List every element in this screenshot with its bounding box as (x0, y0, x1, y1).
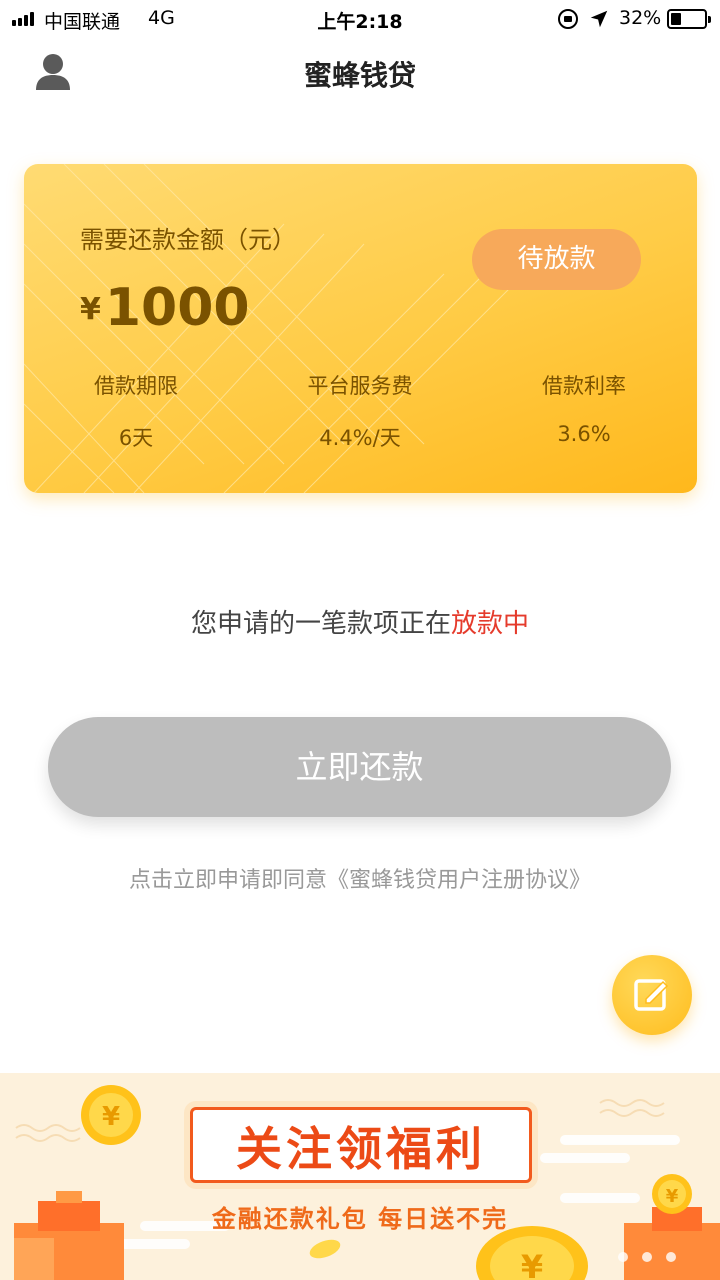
carousel-dot[interactable] (666, 1252, 676, 1262)
clock: 上午2:18 (317, 11, 403, 33)
repay-now-button[interactable]: 立即还款 (48, 717, 671, 817)
carousel-dots[interactable] (618, 1252, 676, 1262)
carousel-dot[interactable] (618, 1252, 628, 1262)
interest-rate-stat: 借款利率 3.6% (472, 370, 696, 446)
loan-card: 需要还款金额（元） ¥1000 待放款 借款期限 6天 平台服务费 4.4%/天… (24, 164, 697, 493)
status-message-highlight: 放款中 (451, 609, 530, 639)
banner-subline: 金融还款礼包 每日送不完 (211, 1205, 509, 1233)
agreement-link[interactable]: 点击立即申请即同意《蜜蜂钱贷用户注册协议》 (0, 862, 720, 894)
edit-icon (634, 979, 669, 1011)
battery-percent: 32% (619, 7, 662, 29)
stat-label: 平台服务费 (307, 374, 413, 398)
stat-value: 3.6% (557, 422, 611, 446)
svg-text:¥: ¥ (102, 1102, 120, 1132)
orientation-lock-icon (558, 9, 578, 29)
stat-label: 借款利率 (542, 374, 626, 398)
amount-value: 1000 (104, 278, 250, 338)
battery-icon (667, 9, 711, 29)
repay-amount-label: 需要还款金额（元） (80, 226, 296, 254)
pending-disbursement-button[interactable]: 待放款 (472, 229, 641, 290)
edit-fab-button[interactable] (612, 955, 692, 1035)
stat-value: 4.4%/天 (319, 426, 401, 450)
currency-symbol: ¥ (80, 292, 101, 327)
stat-label: 借款期限 (94, 374, 178, 398)
stat-value: 6天 (118, 426, 154, 450)
repay-amount: ¥1000 (80, 278, 250, 338)
status-message-prefix: 您申请的一笔款项正在 (190, 609, 451, 639)
nav-bar: 蜜蜂钱贷 (0, 38, 720, 110)
loan-term-stat: 借款期限 6天 (24, 370, 248, 452)
banner-headline: 关注领福利 (236, 1122, 486, 1176)
promo-banner[interactable]: ¥ ¥ ¥ 关注领福利 金融还款礼包 每日送不完 (0, 1073, 720, 1280)
status-message: 您申请的一笔款项正在放款中 (0, 603, 720, 640)
carousel-dot[interactable] (642, 1252, 652, 1262)
status-bar: 中国联通 4G 上午2:18 32% (0, 0, 720, 38)
service-fee-stat: 平台服务费 4.4%/天 (248, 370, 472, 452)
page-title: 蜜蜂钱贷 (303, 59, 416, 92)
svg-text:¥: ¥ (521, 1248, 543, 1280)
location-arrow-icon (590, 10, 608, 28)
